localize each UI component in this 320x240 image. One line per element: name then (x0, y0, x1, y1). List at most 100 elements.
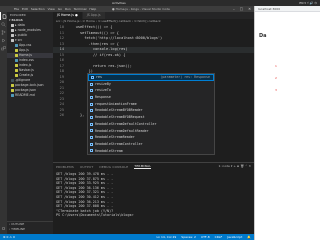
suggestion-item[interactable]: ReadableStreamBYOBRequest (88, 114, 214, 121)
vscode-window: File Edit Selection View Go Run Terminal Help ●… (0, 6, 254, 240)
browser-url[interactable]: localhost:3000 (258, 7, 280, 11)
code-text: // if(res.ok) { (67, 52, 126, 57)
terminal-output[interactable]: GET /blogs 200 39.478 ms - - GET /blogs 2… (53, 170, 254, 220)
browser-text-fragment: 1 (275, 64, 277, 68)
suggestion-item[interactable]: resizeTo (88, 87, 214, 94)
suggestion-label: ReadableStreamController (95, 141, 143, 146)
file-icon (15, 64, 18, 67)
panel-tab-terminal[interactable]: TERMINAL (134, 164, 152, 169)
browser-text-fragment: 2 (275, 76, 277, 80)
status-item[interactable]: 🔔 (247, 234, 251, 240)
suggestion-label: requestAnimationFrame (95, 101, 137, 106)
code-text: .then(res => { (67, 41, 119, 46)
file-icon (11, 29, 14, 32)
code-text: console.log(res) (67, 47, 128, 51)
file-icon (15, 69, 18, 72)
symbol-icon (90, 115, 93, 119)
tree-item[interactable]: README.md (7, 93, 53, 98)
suggestion-label: ReadableStream (95, 148, 123, 153)
suggestion-label: ReadableStreamDefaultReader (95, 128, 149, 133)
symbol-icon (90, 129, 93, 133)
suggestion-item[interactable]: ReadableStreamDefaultController (88, 121, 214, 128)
symbol-icon (90, 82, 93, 86)
code-text: return res.json(); (67, 63, 132, 68)
debug-icon[interactable] (0, 36, 7, 44)
suggestion-label: ReadableStreamBYOBReader (95, 108, 143, 113)
file-icon (15, 54, 18, 57)
file-icon (15, 49, 18, 52)
suggestion-label: ReadableStreamDefaultController (95, 121, 157, 126)
suggestion-item[interactable]: resizeBy (88, 81, 214, 88)
file-icon (11, 94, 14, 97)
symbol-icon (90, 136, 93, 140)
suggestion-item[interactable]: ReadableStreamController (88, 141, 214, 148)
suggestion-label: ReadableStreamReader (95, 135, 135, 140)
suggestion-label: resizeBy (95, 81, 111, 86)
file-icon (15, 74, 18, 77)
file-icon (11, 84, 14, 87)
symbol-icon (90, 109, 93, 113)
browser-heading-fragment: Da (259, 33, 267, 39)
symbol-icon (90, 95, 93, 99)
panel-tab-output[interactable]: OUTPUT (80, 165, 93, 169)
file-icon (11, 34, 14, 37)
editor-tabs: JS Home.js ● JS App.js (53, 12, 254, 19)
terminal-actions[interactable]: 1: node ▾ + ⊟ 🗑 ⌃ ✕ (219, 163, 251, 170)
autocomplete-widget: res (parameter) res: Response resizeBy resi… (87, 73, 215, 155)
panel-tab-debug-console[interactable]: DEBUG CONSOLE (99, 165, 128, 169)
terminal-line: PS C:\Users\Documents\Tutorials\blogs> (56, 213, 136, 218)
status-item[interactable]: CRLF (215, 234, 223, 240)
timeline-section[interactable]: › TIMELINE (7, 227, 53, 232)
explorer-sidebar: EXPLORER ▾ BLOGS ▸ data ▸ node_modules ▸ p… (7, 12, 53, 234)
browser-text-fragment: 3 (275, 88, 277, 92)
suggestion-item[interactable]: ReadableStream (88, 148, 214, 154)
file-icon (11, 89, 14, 92)
extensions-icon[interactable] (0, 44, 7, 52)
editor-tab[interactable]: JS App.js (82, 12, 106, 19)
activity-bar (0, 12, 7, 234)
suggestion-label: Response (95, 95, 111, 100)
status-item[interactable]: UTF-8 (201, 234, 210, 240)
editor-tab[interactable]: JS Home.js ● (53, 12, 83, 19)
suggestion-item[interactable]: res (parameter) res: Response (88, 74, 214, 81)
search-icon[interactable] (0, 20, 7, 28)
source-control-icon[interactable] (0, 28, 7, 36)
symbol-icon (91, 75, 94, 79)
suggestion-label: resizeTo (95, 88, 111, 93)
symbol-icon (90, 89, 93, 93)
status-right: Ln 14, Col 29 Spaces: 2 UTF-8 CRLF JavaScrip… (157, 234, 252, 240)
status-problems[interactable]: ⊗ 0 ⚠ 0 (3, 234, 15, 240)
code-text: fetch('http://localhost:8000/blogs') (67, 36, 163, 40)
suggestion-item[interactable]: ReadableStreamDefaultReader (88, 128, 214, 135)
outline-section[interactable]: › OUTLINE (7, 221, 53, 226)
file-icon (11, 39, 14, 42)
status-item[interactable]: JavaScript (227, 234, 242, 240)
breadcrumb[interactable]: src › JS Home.js › ⊙ Home › ⊙ useEffect(… (53, 19, 254, 24)
suggestion-item[interactable]: ReadableStreamBYOBReader (88, 107, 214, 114)
symbol-icon (90, 102, 93, 106)
settings-gear-icon[interactable] (0, 224, 7, 232)
symbol-icon (90, 122, 93, 126)
tree-item-label: README.md (15, 93, 35, 97)
suggestion-detail: (parameter) res: Response (160, 75, 210, 79)
panel-tab-problems[interactable]: PROBLEMS (56, 165, 74, 169)
symbol-icon (90, 142, 93, 146)
file-icon (15, 44, 18, 47)
symbol-icon (90, 149, 93, 153)
code-text: setTimeout(() => { (67, 30, 119, 35)
bottom-panel: PROBLEMS OUTPUT DEBUG CONSOLE TERMINAL 1: n… (53, 162, 254, 234)
suggestion-item[interactable]: Response (88, 94, 214, 101)
status-left: ⊗ 0 ⚠ 0 (3, 234, 15, 240)
browser-window: localhost:3000 Da 1 2 3 (254, 6, 320, 240)
status-item[interactable]: Spaces: 2 (181, 234, 196, 240)
file-icon (11, 24, 14, 27)
suggestion-label: res (96, 75, 102, 79)
suggestion-label: ReadableStreamBYOBRequest (95, 115, 145, 120)
file-tree: ▸ data ▸ node_modules ▸ public ▾ src App.css… (7, 23, 53, 98)
suggestion-item[interactable]: requestAnimationFrame (88, 101, 214, 108)
file-icon (15, 59, 18, 62)
suggestion-item[interactable]: ReadableStreamReader (88, 134, 214, 141)
files-icon[interactable] (0, 12, 7, 20)
code-text: useEffect(() => { (67, 25, 113, 29)
status-item[interactable]: Ln 14, Col 29 (157, 234, 177, 240)
